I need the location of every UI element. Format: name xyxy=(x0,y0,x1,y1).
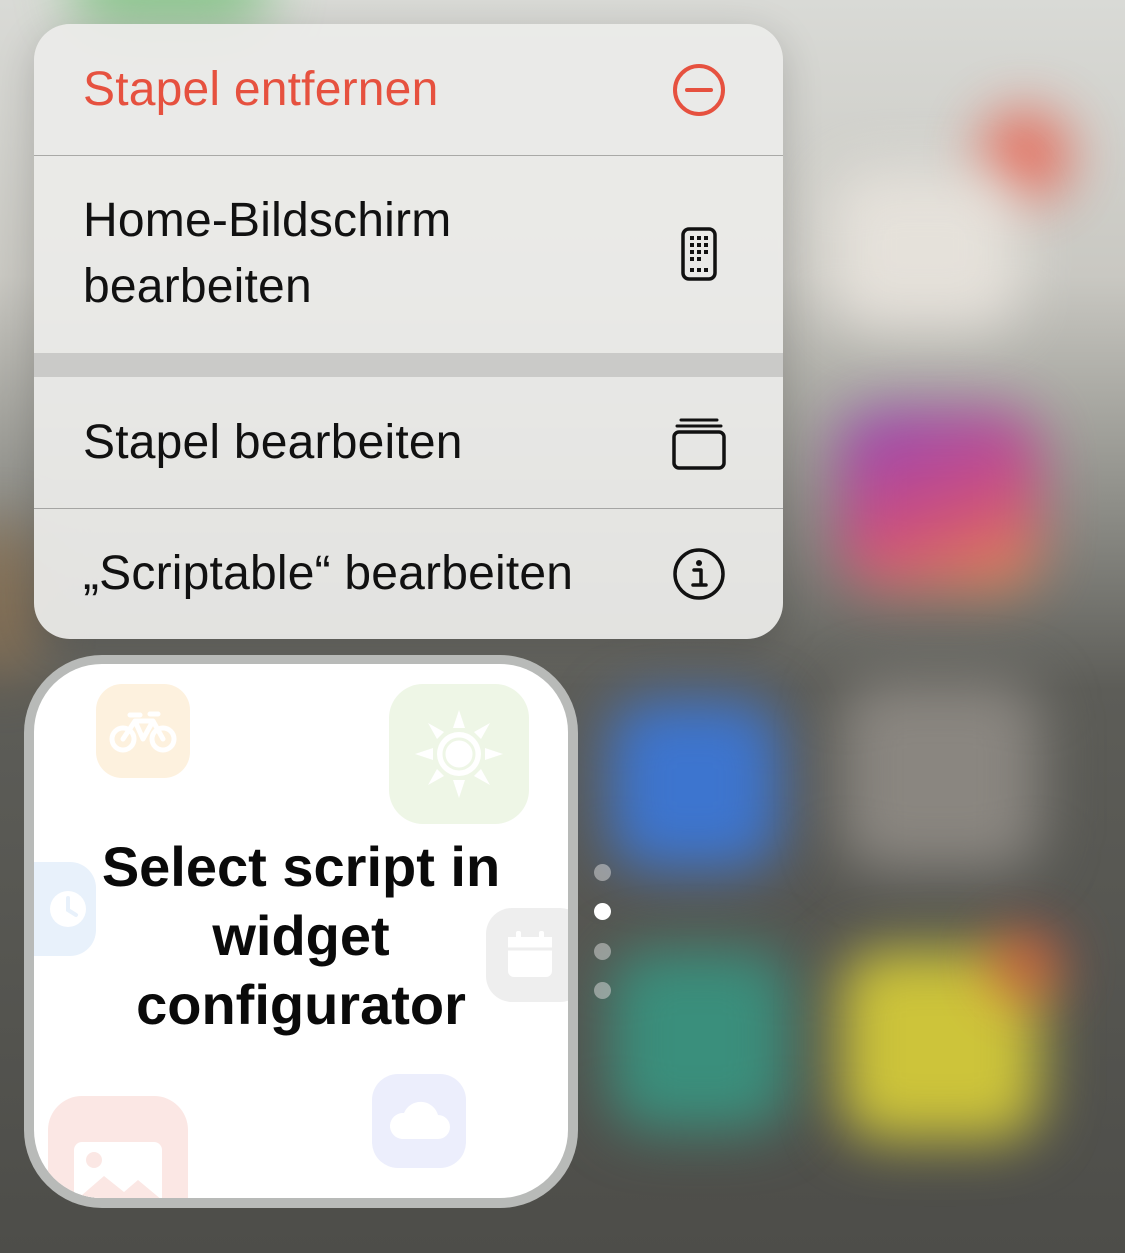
edit-stack-label: Stapel bearbeiten xyxy=(83,415,463,469)
page-dot-4[interactable] xyxy=(594,982,611,999)
menu-section-separator xyxy=(34,353,783,377)
bicycle-icon xyxy=(96,684,190,778)
blurred-app-gray xyxy=(840,680,1040,870)
blurred-app-light xyxy=(830,170,1020,330)
widget-message-line1: Select script in xyxy=(101,835,501,898)
edit-home-screen-label-line1: Home-Bildschirm xyxy=(83,194,452,247)
remove-stack-menu-item[interactable]: Stapel entfernen xyxy=(34,24,783,155)
cloud-icon xyxy=(372,1074,466,1168)
edit-home-screen-label-line2: bearbeiten xyxy=(83,260,312,313)
edit-home-screen-label: Home-Bildschirm bearbeiten xyxy=(83,188,451,320)
widget-message: Select script in widget configurator xyxy=(34,832,568,1039)
stack-icon xyxy=(671,415,727,471)
edit-home-screen-menu-item[interactable]: Home-Bildschirm bearbeiten xyxy=(34,156,783,352)
minus-circle-icon xyxy=(671,62,727,118)
page-dot-2-active[interactable] xyxy=(594,903,611,920)
edit-scriptable-menu-item[interactable]: „Scriptable“ bearbeiten xyxy=(34,509,783,639)
blurred-app-red-badge-2 xyxy=(990,930,1060,1000)
context-menu: Stapel entfernen Home-Bildschirm bearbei… xyxy=(34,24,783,639)
widget-message-line3: configurator xyxy=(136,973,466,1036)
remove-stack-label: Stapel entfernen xyxy=(83,62,439,116)
iphone-icon xyxy=(671,226,727,282)
photo-icon xyxy=(48,1096,188,1198)
edit-stack-menu-item[interactable]: Stapel bearbeiten xyxy=(34,377,783,508)
widget-message-line2: widget xyxy=(212,904,390,967)
edit-scriptable-label: „Scriptable“ bearbeiten xyxy=(83,547,574,600)
blurred-app-blue xyxy=(610,700,780,870)
sun-icon xyxy=(389,684,529,824)
blurred-app-instagram xyxy=(840,410,1040,590)
info-icon xyxy=(671,546,727,602)
scriptable-widget[interactable]: Select script in widget configurator xyxy=(34,664,568,1198)
page-dot-1[interactable] xyxy=(594,864,611,881)
blurred-app-teal xyxy=(610,950,790,1130)
page-dot-3[interactable] xyxy=(594,943,611,960)
